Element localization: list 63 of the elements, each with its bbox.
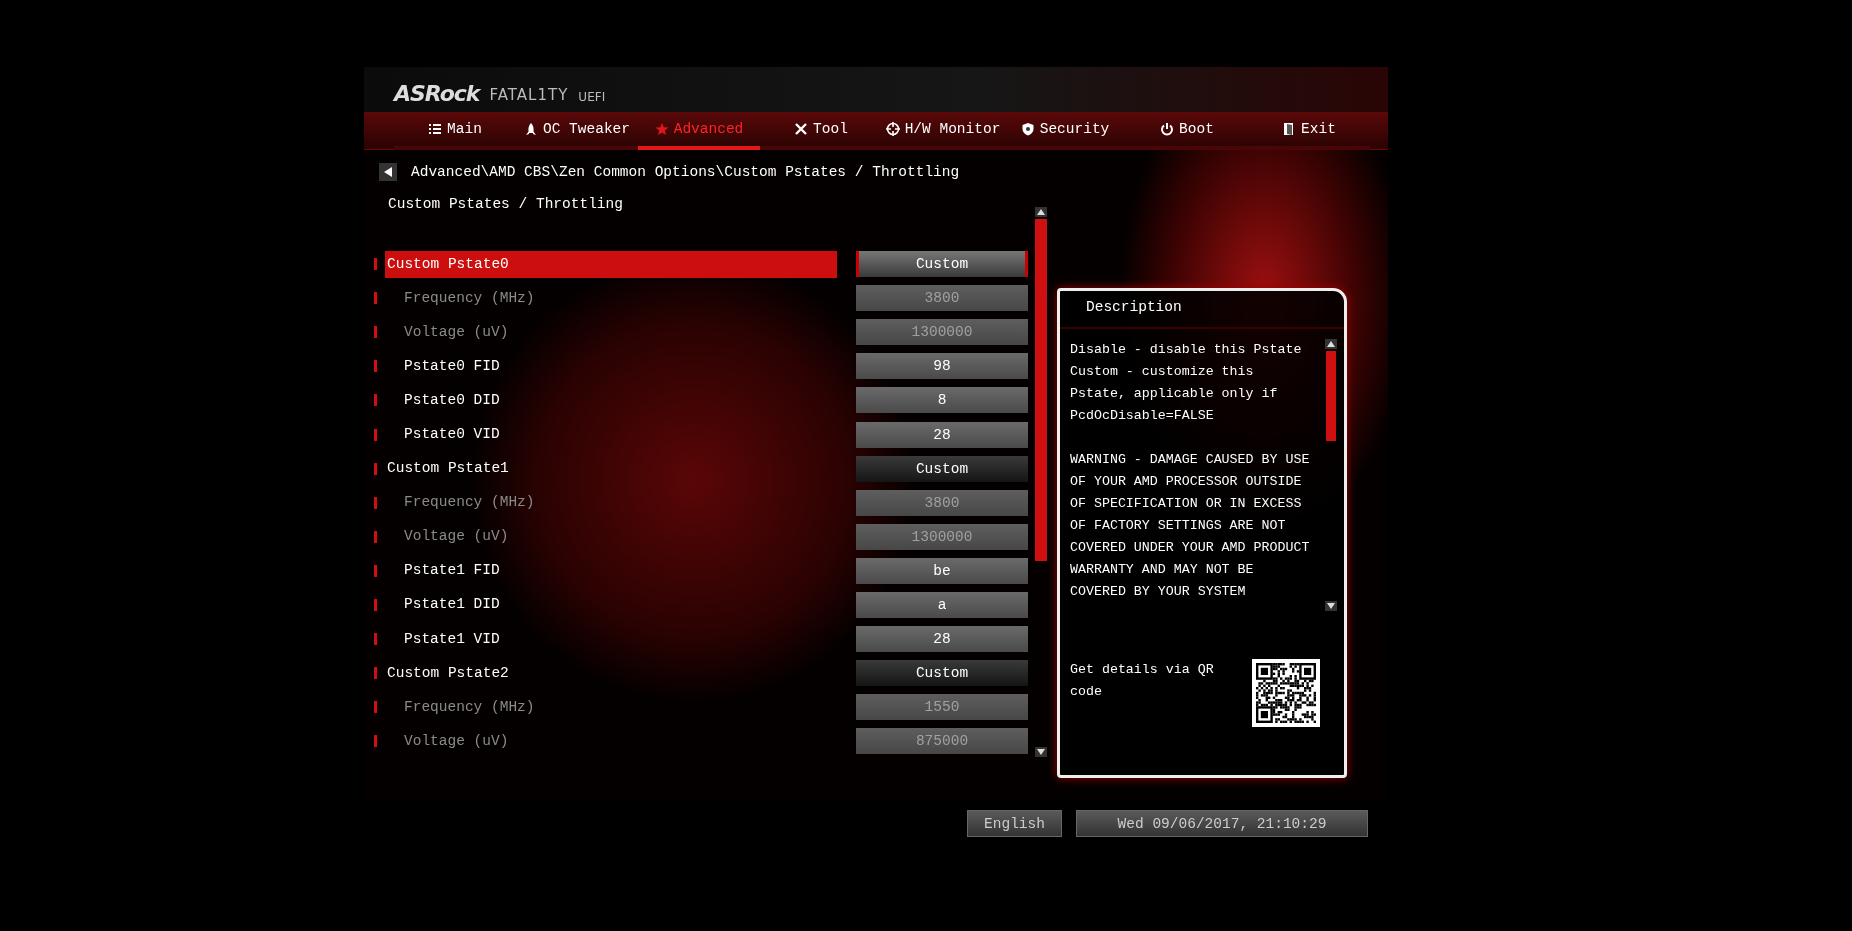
row-marker bbox=[374, 735, 377, 748]
qr-caption: Get details via QR code bbox=[1070, 661, 1215, 701]
setting-label[interactable]: Pstate1 VID bbox=[385, 625, 837, 653]
uefi-label: UEFI bbox=[578, 90, 606, 106]
breadcrumb-path: Advanced\AMD CBS\Zen Common Options\Custom Pstates / Throttling bbox=[411, 164, 960, 180]
group-setting-label[interactable]: Custom Pstate0 bbox=[385, 250, 837, 278]
row-marker bbox=[374, 496, 377, 509]
down-arrow-icon bbox=[1327, 603, 1335, 609]
row-marker bbox=[374, 394, 377, 407]
setting-label[interactable]: Pstate0 DID bbox=[385, 386, 837, 414]
setting-value-field[interactable]: be bbox=[856, 557, 1028, 584]
setting-label[interactable]: Pstate1 FID bbox=[385, 557, 837, 585]
row-marker bbox=[374, 701, 377, 714]
setting-value-field[interactable]: 28 bbox=[856, 421, 1028, 448]
up-arrow-icon bbox=[1327, 341, 1335, 347]
setting-value-field[interactable]: Custom bbox=[856, 660, 1028, 687]
page-title: Custom Pstates / Throttling bbox=[387, 195, 624, 214]
scrollbar-thumb[interactable] bbox=[1035, 219, 1047, 561]
panel-title: Description bbox=[1060, 291, 1344, 329]
list-icon bbox=[428, 122, 443, 136]
setting-label[interactable]: Pstate0 VID bbox=[385, 421, 837, 448]
group-setting-label[interactable]: Custom Pstate1 bbox=[385, 455, 837, 483]
setting-value-field[interactable]: 98 bbox=[856, 353, 1028, 380]
row-marker bbox=[374, 292, 377, 305]
row-marker bbox=[374, 428, 377, 441]
row-marker bbox=[374, 462, 377, 475]
scroll-down-button[interactable] bbox=[1035, 747, 1047, 757]
description-text: Disable - disable this Pstate Custom - customize this Pstate, applicable only if PcdOcDisable=FALSE bbox=[1070, 341, 1303, 425]
row-marker bbox=[374, 564, 377, 577]
scrollbar-thumb[interactable] bbox=[1326, 351, 1336, 441]
group-setting-label[interactable]: Custom Pstate2 bbox=[385, 659, 837, 687]
row-marker bbox=[374, 530, 377, 543]
setting-label[interactable]: Pstate1 DID bbox=[385, 591, 837, 619]
setting-value-field[interactable]: 28 bbox=[856, 626, 1028, 653]
power-icon bbox=[1160, 122, 1175, 136]
language-button[interactable]: English bbox=[967, 810, 1062, 837]
scroll-down-button[interactable] bbox=[1325, 601, 1337, 611]
left-arrow-icon bbox=[384, 167, 392, 177]
scroll-up-button[interactable] bbox=[1325, 339, 1337, 349]
series-logo: FATAL1TY bbox=[489, 86, 569, 106]
scroll-up-button[interactable] bbox=[1035, 207, 1047, 217]
rocket-icon bbox=[524, 122, 538, 136]
brand-logo: ASRock bbox=[394, 81, 480, 108]
row-marker bbox=[374, 360, 377, 373]
setting-label[interactable]: Pstate0 FID bbox=[385, 352, 837, 380]
row-marker bbox=[374, 599, 377, 611]
qr-code-drawing bbox=[1252, 659, 1320, 727]
datetime-display: Wed 09/06/2017, 21:10:29 bbox=[1076, 810, 1368, 837]
down-arrow-icon bbox=[1037, 749, 1045, 755]
back-button[interactable] bbox=[379, 163, 397, 181]
row-marker bbox=[374, 258, 377, 271]
setting-value-field[interactable]: Custom bbox=[856, 455, 1028, 482]
star-icon bbox=[654, 122, 669, 136]
setting-value-field[interactable]: a bbox=[856, 592, 1028, 618]
shield-icon bbox=[1020, 122, 1035, 136]
description-text: WARNING - DAMAGE CAUSED BY USE OF YOUR AMD PROCESSOR OUTSIDE OF SPECIFICATION OR IN EXCESS OF FACTORY SETTINGS ARE NOT COVERED UNDER YOUR AMD PRODUCT WARRANTY AND MAY NOT BE COVERED BY YOUR SYSTEM bbox=[1070, 451, 1311, 601]
row-marker bbox=[374, 667, 377, 680]
setting-value-field[interactable]: Custom bbox=[856, 251, 1028, 278]
row-marker bbox=[374, 633, 377, 646]
row-marker bbox=[374, 326, 377, 339]
up-arrow-icon bbox=[1037, 209, 1045, 215]
setting-value-field[interactable]: 8 bbox=[856, 387, 1028, 414]
crosshair-icon bbox=[885, 122, 900, 136]
